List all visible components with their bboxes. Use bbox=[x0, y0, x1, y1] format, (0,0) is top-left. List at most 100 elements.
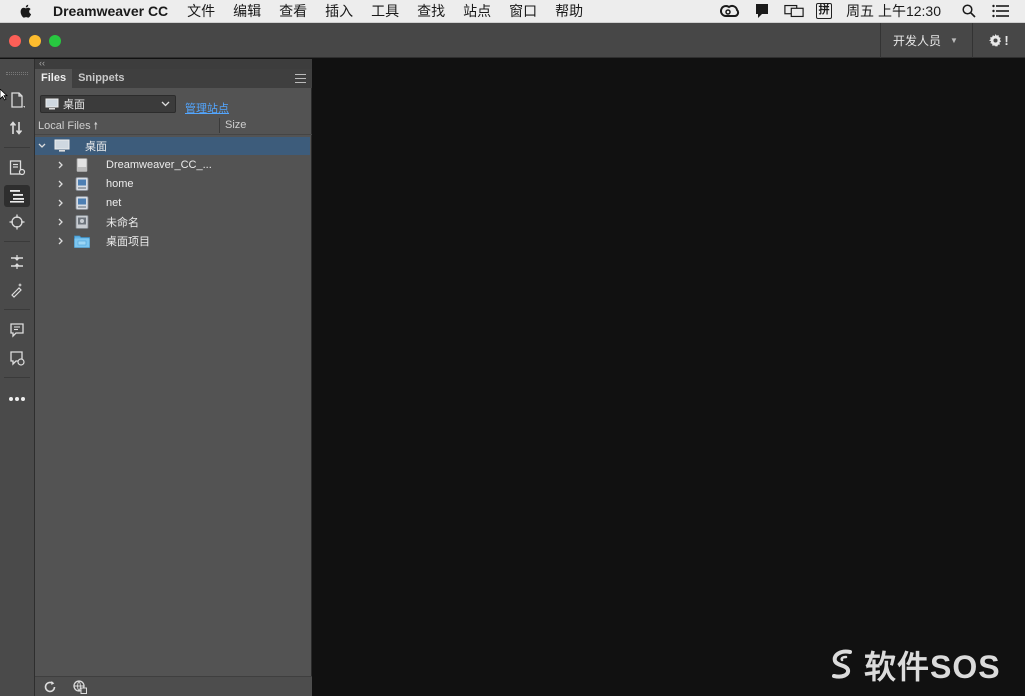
disk-image-icon bbox=[75, 215, 89, 229]
element-quick-view-button[interactable] bbox=[4, 211, 30, 233]
up-down-arrows-icon bbox=[9, 121, 23, 135]
mouse-cursor-icon bbox=[0, 89, 8, 101]
watermark-logo-icon bbox=[832, 649, 852, 679]
chevron-right-icon[interactable] bbox=[57, 161, 65, 169]
menu-insert[interactable]: 插入 bbox=[325, 1, 353, 21]
panel-tabs: Files Snippets bbox=[35, 69, 312, 88]
panel-menu-icon[interactable] bbox=[295, 74, 306, 83]
network-drive-icon bbox=[75, 177, 89, 191]
workspace-label: 开发人员 bbox=[893, 34, 942, 48]
chevron-right-icon[interactable] bbox=[57, 218, 65, 226]
drive-icon bbox=[76, 158, 88, 172]
menu-edit[interactable]: 编辑 bbox=[233, 1, 261, 21]
creative-cloud-icon[interactable] bbox=[720, 3, 740, 19]
chevron-right-icon[interactable] bbox=[57, 180, 65, 188]
document-eye-icon bbox=[9, 160, 25, 176]
menu-bar: Dreamweaver CC 文件 编辑 查看 插入 工具 查找 站点 窗口 帮… bbox=[0, 0, 1025, 23]
sort-arrow-up-icon: 🠕 bbox=[93, 121, 98, 132]
tree-row-net[interactable]: net bbox=[35, 194, 310, 212]
col-size[interactable]: Size bbox=[225, 119, 246, 131]
tree-item-label: home bbox=[106, 178, 134, 190]
menubar-clock[interactable]: 周五 上午12:30 bbox=[846, 1, 941, 21]
file-list-header: Local Files 🠕 Size bbox=[35, 116, 312, 135]
network-drive-icon bbox=[75, 196, 89, 210]
tab-files[interactable]: Files bbox=[35, 69, 73, 88]
menu-window[interactable]: 窗口 bbox=[509, 1, 537, 21]
display-mirror-icon[interactable] bbox=[784, 3, 804, 19]
code-lines-icon bbox=[10, 190, 24, 203]
live-view-inspect-button[interactable] bbox=[4, 157, 30, 179]
window-close-button[interactable] bbox=[9, 35, 21, 47]
folder-icon bbox=[74, 235, 90, 248]
tree-item-label: Dreamweaver_CC_... bbox=[106, 159, 212, 171]
crosshair-icon bbox=[9, 214, 25, 230]
tree-item-label: net bbox=[106, 197, 122, 209]
chevron-down-icon: ▼ bbox=[950, 36, 958, 45]
refresh-icon[interactable] bbox=[43, 680, 57, 694]
chevron-right-icon[interactable] bbox=[57, 237, 65, 245]
comment-tool-button[interactable] bbox=[4, 347, 30, 369]
site-select-value: 桌面 bbox=[63, 99, 85, 111]
more-dots-icon bbox=[9, 397, 25, 401]
toolbar-grip[interactable] bbox=[6, 72, 28, 75]
comment-button[interactable] bbox=[4, 319, 30, 341]
computer-icon bbox=[54, 139, 70, 152]
files-panel: ‹‹ Files Snippets 桌面 管理站点 Local Files 🠕 … bbox=[35, 59, 312, 696]
manage-sites-link[interactable]: 管理站点 bbox=[185, 100, 229, 116]
tree-row-home[interactable]: home bbox=[35, 175, 310, 193]
tab-snippets[interactable]: Snippets bbox=[72, 69, 130, 88]
window-maximize-button[interactable] bbox=[49, 35, 61, 47]
chevron-down-icon[interactable] bbox=[38, 142, 46, 150]
menu-find[interactable]: 查找 bbox=[417, 1, 445, 21]
computer-icon bbox=[45, 98, 59, 110]
notification-icon[interactable] bbox=[752, 3, 772, 19]
apple-icon[interactable] bbox=[18, 3, 34, 19]
toolbar-divider bbox=[4, 241, 30, 242]
notification-center-icon[interactable] bbox=[991, 3, 1011, 19]
tree-item-label: 未命名 bbox=[106, 217, 139, 229]
left-toolbar bbox=[0, 59, 35, 696]
settings-button[interactable]: ! bbox=[972, 23, 1025, 58]
settings-alert-mark: ! bbox=[1004, 33, 1009, 48]
menu-file[interactable]: 文件 bbox=[187, 1, 215, 21]
input-method-icon[interactable]: 拼 bbox=[816, 3, 833, 19]
column-divider[interactable] bbox=[219, 118, 220, 133]
menu-tools[interactable]: 工具 bbox=[371, 1, 399, 21]
tree-row-dreamweaver-volume[interactable]: Dreamweaver_CC_... bbox=[35, 156, 310, 174]
site-select[interactable]: 桌面 bbox=[40, 95, 176, 113]
tree-row-desktop-project[interactable]: 桌面项目 bbox=[35, 232, 310, 250]
chevron-down-icon bbox=[161, 101, 170, 107]
watermark: 软件SOS bbox=[828, 642, 1001, 688]
col-local-files[interactable]: Local Files 🠕 bbox=[38, 119, 98, 136]
menu-extras: 拼 周五 上午12:30 bbox=[720, 0, 1025, 23]
menu-view[interactable]: 查看 bbox=[279, 1, 307, 21]
workspace-switcher[interactable]: 开发人员 ▼ bbox=[880, 23, 958, 58]
panel-collapse-bar[interactable]: ‹‹ bbox=[35, 59, 312, 69]
format-source-button[interactable] bbox=[4, 251, 30, 273]
comment-check-icon bbox=[10, 351, 25, 366]
chevron-right-icon[interactable] bbox=[57, 199, 65, 207]
collapse-code-icon bbox=[11, 255, 23, 269]
menu-site[interactable]: 站点 bbox=[463, 1, 491, 21]
wand-icon bbox=[11, 283, 22, 298]
col-local-files-label: Local Files bbox=[38, 120, 91, 132]
tree-row-desktop[interactable]: 桌面 bbox=[35, 137, 310, 155]
tree-item-label: 桌面项目 bbox=[106, 236, 150, 248]
menu-app-name[interactable]: Dreamweaver CC bbox=[53, 3, 168, 19]
dom-panel-button[interactable] bbox=[4, 185, 30, 207]
apply-comment-button[interactable] bbox=[4, 279, 30, 301]
document-area[interactable] bbox=[313, 59, 1025, 696]
more-tools-button[interactable] bbox=[4, 388, 30, 410]
toolbar-divider bbox=[4, 377, 30, 378]
gear-icon bbox=[989, 34, 1002, 47]
toolbar-divider bbox=[4, 309, 30, 310]
spotlight-search-icon[interactable] bbox=[959, 3, 979, 19]
comment-icon bbox=[10, 323, 24, 338]
menu-help[interactable]: 帮助 bbox=[555, 1, 583, 21]
tree-row-untitled[interactable]: 未命名 bbox=[35, 213, 310, 231]
file-transfer-button[interactable] bbox=[4, 117, 30, 139]
window-minimize-button[interactable] bbox=[29, 35, 41, 47]
site-connect-icon[interactable] bbox=[73, 680, 87, 694]
tree-item-label: 桌面 bbox=[85, 141, 107, 153]
window-title-bar: 开发人员 ▼ ! bbox=[0, 23, 1025, 58]
